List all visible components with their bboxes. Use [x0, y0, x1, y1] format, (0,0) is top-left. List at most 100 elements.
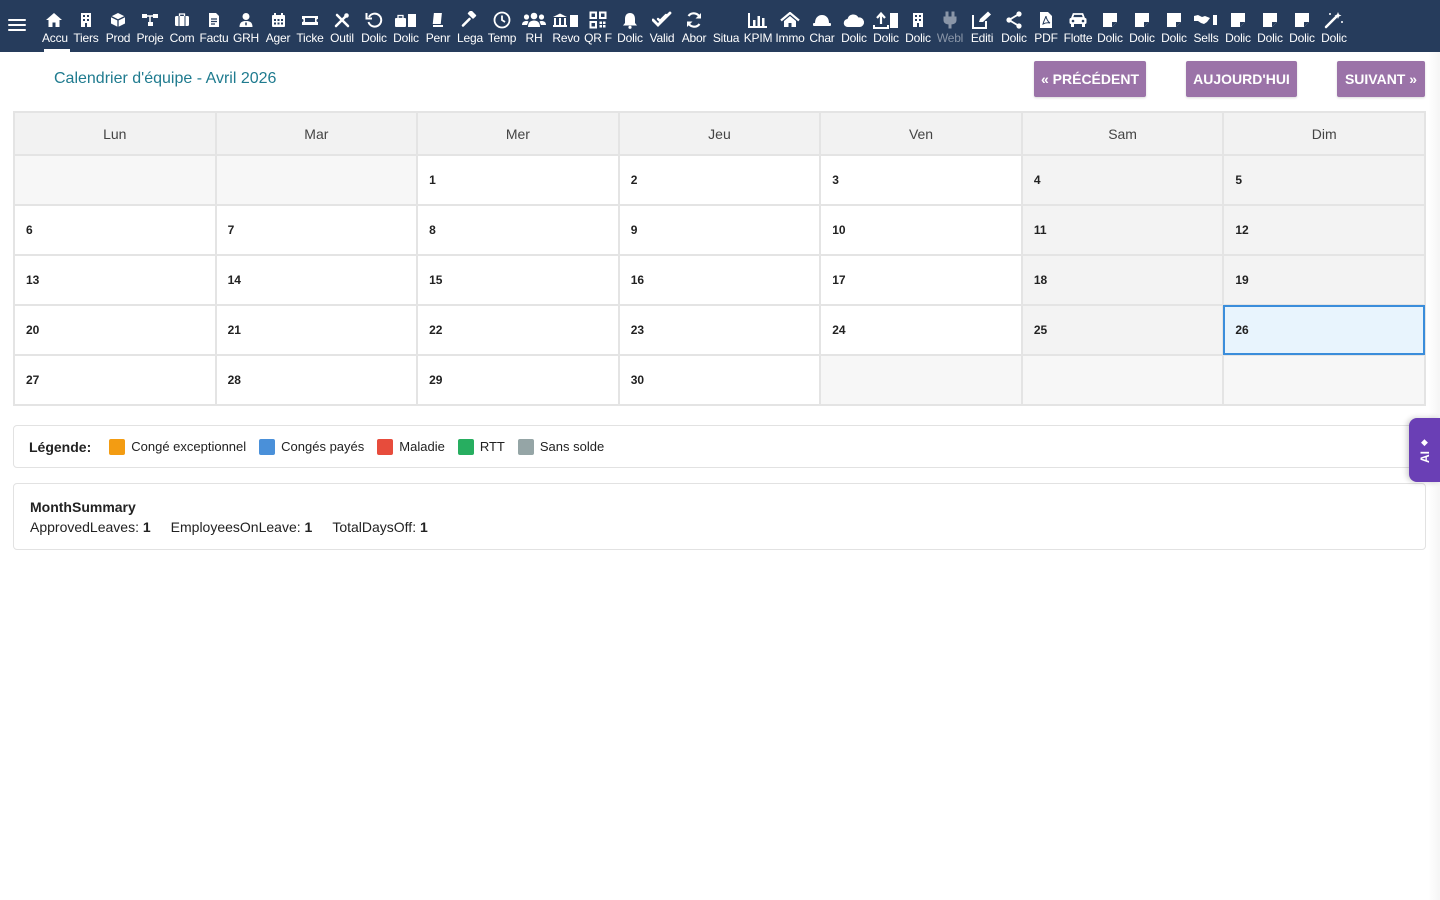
legend-color-swatch: [259, 438, 276, 455]
calendar-day[interactable]: 29: [416, 354, 620, 406]
menu-item-33[interactable]: Dolic: [1094, 0, 1126, 52]
menu-item-10[interactable]: Dolic: [358, 0, 390, 52]
calendar-day[interactable]: 11: [1020, 204, 1225, 256]
menu-item-30[interactable]: Dolic: [998, 0, 1030, 52]
menu-item-36[interactable]: Sells: [1190, 0, 1222, 52]
gavel-icon: [461, 10, 479, 30]
calendar-day[interactable]: 1: [416, 154, 620, 206]
calendar-day[interactable]: 6: [13, 204, 217, 256]
menu-item-31[interactable]: PDF: [1030, 0, 1062, 52]
calendar-day[interactable]: 28: [214, 354, 419, 406]
calendar-day[interactable]: 14: [214, 254, 419, 306]
calendar-day[interactable]: 15: [416, 254, 620, 306]
menu-item-label: Factu: [199, 31, 229, 45]
menu-item-34[interactable]: Dolic: [1126, 0, 1158, 52]
menu-item-3[interactable]: Proje: [134, 0, 166, 52]
calendar-day[interactable]: 4: [1020, 154, 1225, 206]
calendar-day[interactable]: 10: [819, 204, 1023, 256]
menu-item-label: Dolic: [361, 31, 387, 45]
menu-item-13[interactable]: Lega: [454, 0, 486, 52]
menu-item-label: Dolic: [905, 31, 931, 45]
calendar-day[interactable]: 20: [13, 304, 217, 356]
menu-item-35[interactable]: Dolic: [1158, 0, 1190, 52]
menu-item-4[interactable]: Com: [166, 0, 198, 52]
menu-item-label: Valid: [649, 31, 675, 45]
legend-color-swatch: [377, 438, 394, 455]
menu-item-16[interactable]: Revo: [550, 0, 582, 52]
calendar-day[interactable]: 27: [13, 354, 217, 406]
menu-item-label: Penr: [425, 31, 451, 45]
menu-item-7[interactable]: Ager: [262, 0, 294, 52]
calendar-day[interactable]: 23: [617, 304, 822, 356]
calendar-day[interactable]: 7: [214, 204, 419, 256]
menu-item-28[interactable]: Webl: [934, 0, 966, 52]
menu-item-40[interactable]: Dolic: [1318, 0, 1350, 52]
menu-item-38[interactable]: Dolic: [1254, 0, 1286, 52]
upload-icon: [873, 10, 899, 30]
calendar-day[interactable]: 19: [1222, 254, 1426, 306]
calendar-day[interactable]: 30: [617, 354, 822, 406]
calendar-day[interactable]: 9: [617, 204, 822, 256]
menu-item-32[interactable]: Flotte: [1062, 0, 1094, 52]
calendar-day[interactable]: 22: [416, 304, 620, 356]
calendar-day-today[interactable]: 26: [1222, 304, 1426, 356]
menu-item-15[interactable]: RH: [518, 0, 550, 52]
previous-month-button[interactable]: « PRÉCÉDENT: [1034, 61, 1146, 97]
weekday-header: Jeu: [617, 111, 822, 156]
calendar-empty-cell: [819, 354, 1023, 406]
calendar-day[interactable]: 12: [1222, 204, 1426, 256]
menu-item-17[interactable]: QR F: [582, 0, 614, 52]
menu-item-14[interactable]: Temp: [486, 0, 518, 52]
menu-item-8[interactable]: Ticke: [294, 0, 326, 52]
magic-icon: [1324, 10, 1344, 30]
menu-item-label: Dolic: [873, 31, 899, 45]
menu-item-18[interactable]: Dolic: [614, 0, 646, 52]
menu-item-label: Lega: [457, 31, 483, 45]
top-menu-bar: Accu Tiers Prod Proje Com Factu GRH Ager Ticke Ou…: [0, 0, 1440, 52]
weekday-header: Ven: [819, 111, 1023, 156]
calendar-day[interactable]: 3: [819, 154, 1023, 206]
menu-item-9[interactable]: Outil: [326, 0, 358, 52]
menu-item-23[interactable]: Immo: [774, 0, 806, 52]
calendar-day[interactable]: 17: [819, 254, 1023, 306]
menu-item-19[interactable]: Valid: [646, 0, 678, 52]
menu-item-20[interactable]: Abor: [678, 0, 710, 52]
menu-item-2[interactable]: Prod: [102, 0, 134, 52]
menu-item-39[interactable]: Dolic: [1286, 0, 1318, 52]
menu-item-22[interactable]: KPIM: [742, 0, 774, 52]
calendar-week-row: 13 14 15 16 17 18 19: [13, 254, 1426, 306]
calendar-day[interactable]: 18: [1020, 254, 1225, 306]
menu-item-25[interactable]: Dolic: [838, 0, 870, 52]
menu-item-1[interactable]: Tiers: [70, 0, 102, 52]
legend-color-swatch: [457, 438, 474, 455]
weekday-header-row: Lun Mar Mer Jeu Ven Sam Dim: [13, 111, 1426, 156]
menu-item-24[interactable]: Char: [806, 0, 838, 52]
calendar-day[interactable]: 5: [1222, 154, 1426, 206]
menu-item-26[interactable]: Dolic: [870, 0, 902, 52]
calendar-day[interactable]: 8: [416, 204, 620, 256]
bell-icon: [622, 10, 638, 30]
calendar-day[interactable]: 21: [214, 304, 419, 356]
menu-item-5[interactable]: Factu: [198, 0, 230, 52]
calendar-day[interactable]: 16: [617, 254, 822, 306]
menu-item-21[interactable]: Situa: [710, 0, 742, 52]
menu-item-12[interactable]: Penr: [422, 0, 454, 52]
menu-item-27[interactable]: Dolic: [902, 0, 934, 52]
menu-item-11[interactable]: Dolic: [390, 0, 422, 52]
menu-item-6[interactable]: GRH: [230, 0, 262, 52]
menu-item-29[interactable]: Editi: [966, 0, 998, 52]
calendar-day[interactable]: 2: [617, 154, 822, 206]
hard-hat-icon: [812, 10, 832, 30]
calendar-day[interactable]: 24: [819, 304, 1023, 356]
menu-item-label: Dolic: [1129, 31, 1155, 45]
calendar-day[interactable]: 13: [13, 254, 217, 306]
ai-assistant-tab[interactable]: ◆ AI: [1409, 418, 1440, 482]
menu-item-37[interactable]: Dolic: [1222, 0, 1254, 52]
sync-icon: [685, 10, 703, 30]
next-month-button[interactable]: SUIVANT »: [1337, 61, 1425, 97]
menu-item-0[interactable]: Accu: [38, 0, 70, 52]
edit-icon: [972, 10, 992, 30]
today-button[interactable]: AUJOURD'HUI: [1186, 61, 1297, 97]
hamburger-icon[interactable]: [8, 16, 26, 36]
calendar-day[interactable]: 25: [1020, 304, 1225, 356]
